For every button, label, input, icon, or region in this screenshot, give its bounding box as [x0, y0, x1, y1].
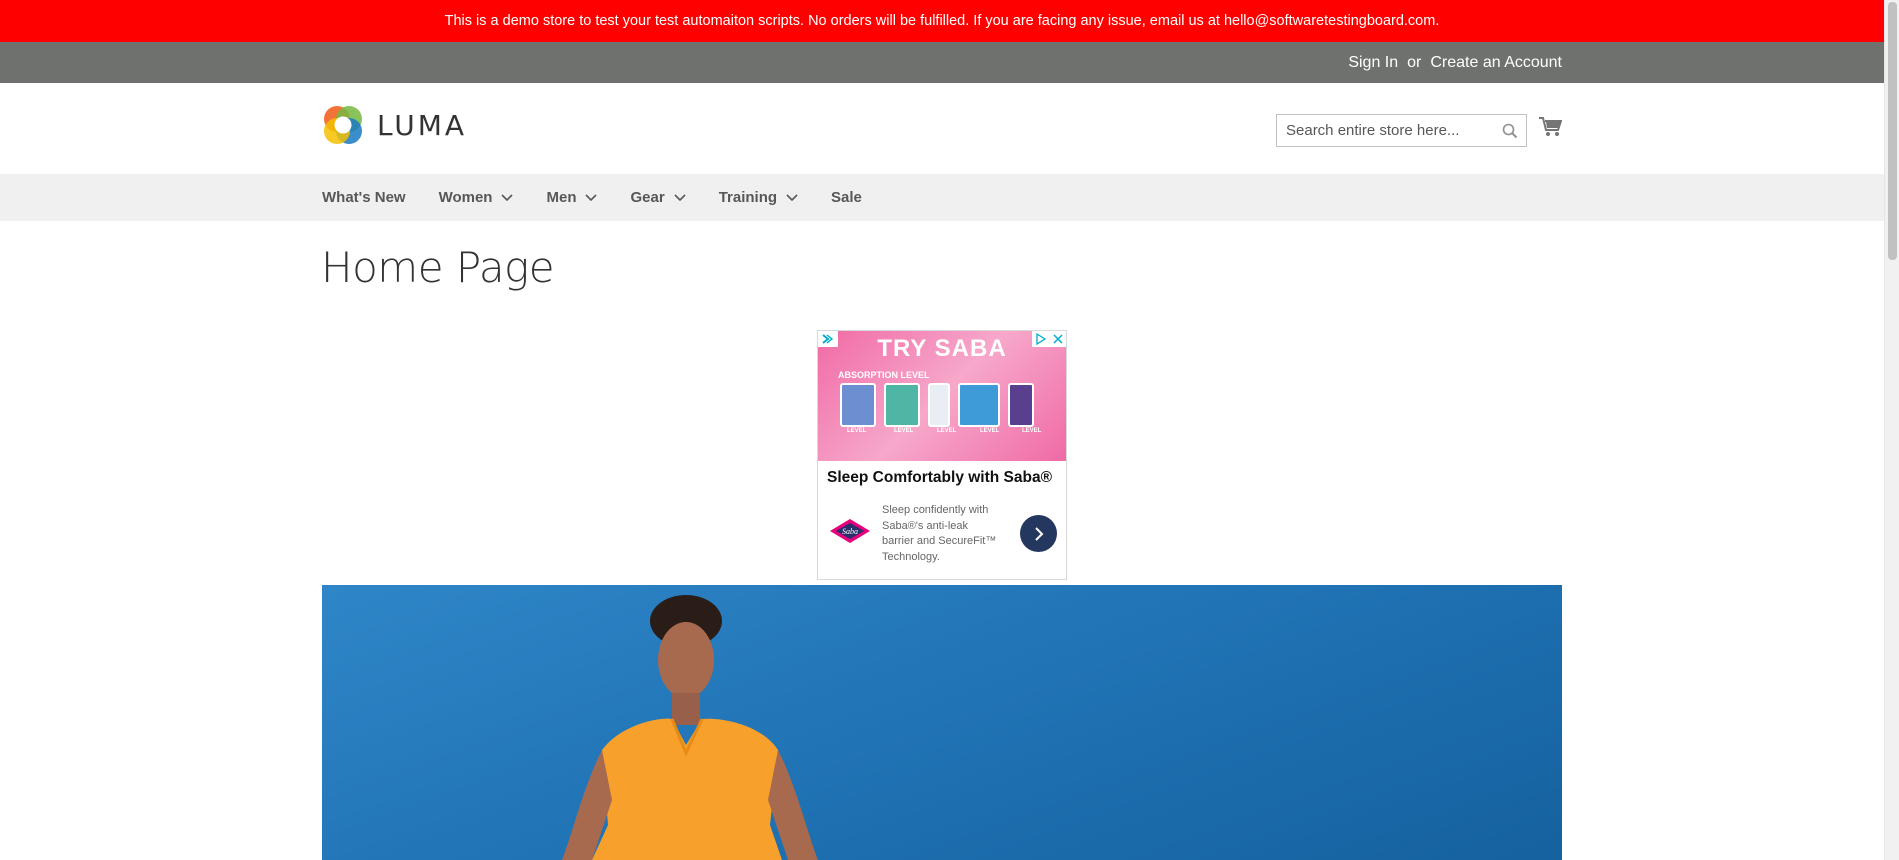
saba-logo-icon[interactable]: Saba: [828, 517, 872, 550]
nav-item-label: Men: [546, 189, 577, 206]
site-header: LUMA: [0, 83, 1884, 174]
luma-logo-icon: [324, 106, 362, 144]
chevron-down-icon: [501, 193, 514, 201]
level-label: LEVEL: [894, 428, 914, 434]
demo-notice-bar: This is a demo store to test your test a…: [0, 0, 1884, 42]
level-label: LEVEL: [1022, 428, 1042, 434]
ad-controls: [1032, 331, 1066, 347]
nav-item-sale[interactable]: Sale: [831, 189, 862, 206]
ad-logo-text: Saba: [842, 527, 858, 536]
ad-banner-image[interactable]: TRY SABA ABSORPTION LEVEL LEVEL LEVEL LE…: [818, 331, 1066, 461]
chevron-down-icon: [786, 193, 798, 201]
scrollbar-thumb[interactable]: [1888, 2, 1897, 260]
cart-icon[interactable]: [1538, 116, 1563, 143]
search-input[interactable]: [1277, 115, 1492, 146]
chevron-down-icon: [585, 193, 598, 201]
ad-banner-title: TRY SABA: [877, 335, 1007, 362]
hero-yoga-figure: [562, 595, 818, 860]
nav-item-label: Training: [718, 189, 778, 206]
product-pack: [958, 383, 1000, 427]
nav-item-label: What's New: [322, 189, 406, 206]
create-account-link[interactable]: Create an Account: [1430, 54, 1562, 72]
hero-banner[interactable]: [322, 585, 1562, 860]
level-label: LEVEL: [847, 428, 867, 434]
chevron-right-icon: [1034, 526, 1043, 541]
sign-in-link[interactable]: Sign In: [1348, 54, 1398, 72]
nav-item-label: Gear: [630, 189, 665, 206]
product-pack: [928, 383, 950, 427]
nav-item-label: Sale: [831, 189, 862, 206]
header-links-bar: Sign In or Create an Account: [0, 42, 1884, 83]
demo-notice-text: This is a demo store to test your test a…: [444, 13, 1440, 29]
chevron-down-icon: [674, 193, 686, 201]
search-icon[interactable]: [1502, 123, 1518, 144]
nav-item-label: Women: [438, 189, 493, 206]
page-scrollbar[interactable]: [1884, 0, 1899, 860]
close-icon[interactable]: [1053, 334, 1063, 344]
page-title: Home Page: [321, 243, 555, 292]
nav-item-men[interactable]: Men: [546, 189, 598, 206]
main-navigation: What's New Women Men Gear Training Sale: [0, 174, 1884, 221]
adchoices-icon[interactable]: [818, 331, 838, 347]
ad-go-button[interactable]: [1020, 515, 1057, 552]
luma-logo[interactable]: LUMA: [321, 103, 467, 147]
level-label: LEVEL: [937, 428, 957, 434]
product-pack: [840, 383, 876, 427]
nav-item-training[interactable]: Training: [719, 189, 798, 206]
nav-item-gear[interactable]: Gear: [630, 189, 686, 206]
ad-info-icon[interactable]: [1035, 333, 1047, 345]
or-text: or: [1407, 53, 1422, 71]
product-pack: [1008, 383, 1034, 427]
search-box: [1276, 114, 1527, 147]
ad-body-text[interactable]: Sleep confidently with Saba®'s anti-leak…: [882, 503, 1002, 565]
nav-item-women[interactable]: Women: [439, 189, 514, 206]
nav-item-whats-new[interactable]: What's New: [322, 189, 406, 206]
product-row: [840, 383, 1034, 427]
product-pack: [884, 383, 920, 427]
ad-banner-subtitle: ABSORPTION LEVEL: [838, 370, 930, 380]
logo-wordmark: LUMA: [377, 108, 468, 142]
ad-unit[interactable]: TRY SABA ABSORPTION LEVEL LEVEL LEVEL LE…: [817, 330, 1067, 580]
level-label: LEVEL: [980, 428, 1000, 434]
ad-headline[interactable]: Sleep Comfortably with Saba®: [827, 469, 1052, 487]
